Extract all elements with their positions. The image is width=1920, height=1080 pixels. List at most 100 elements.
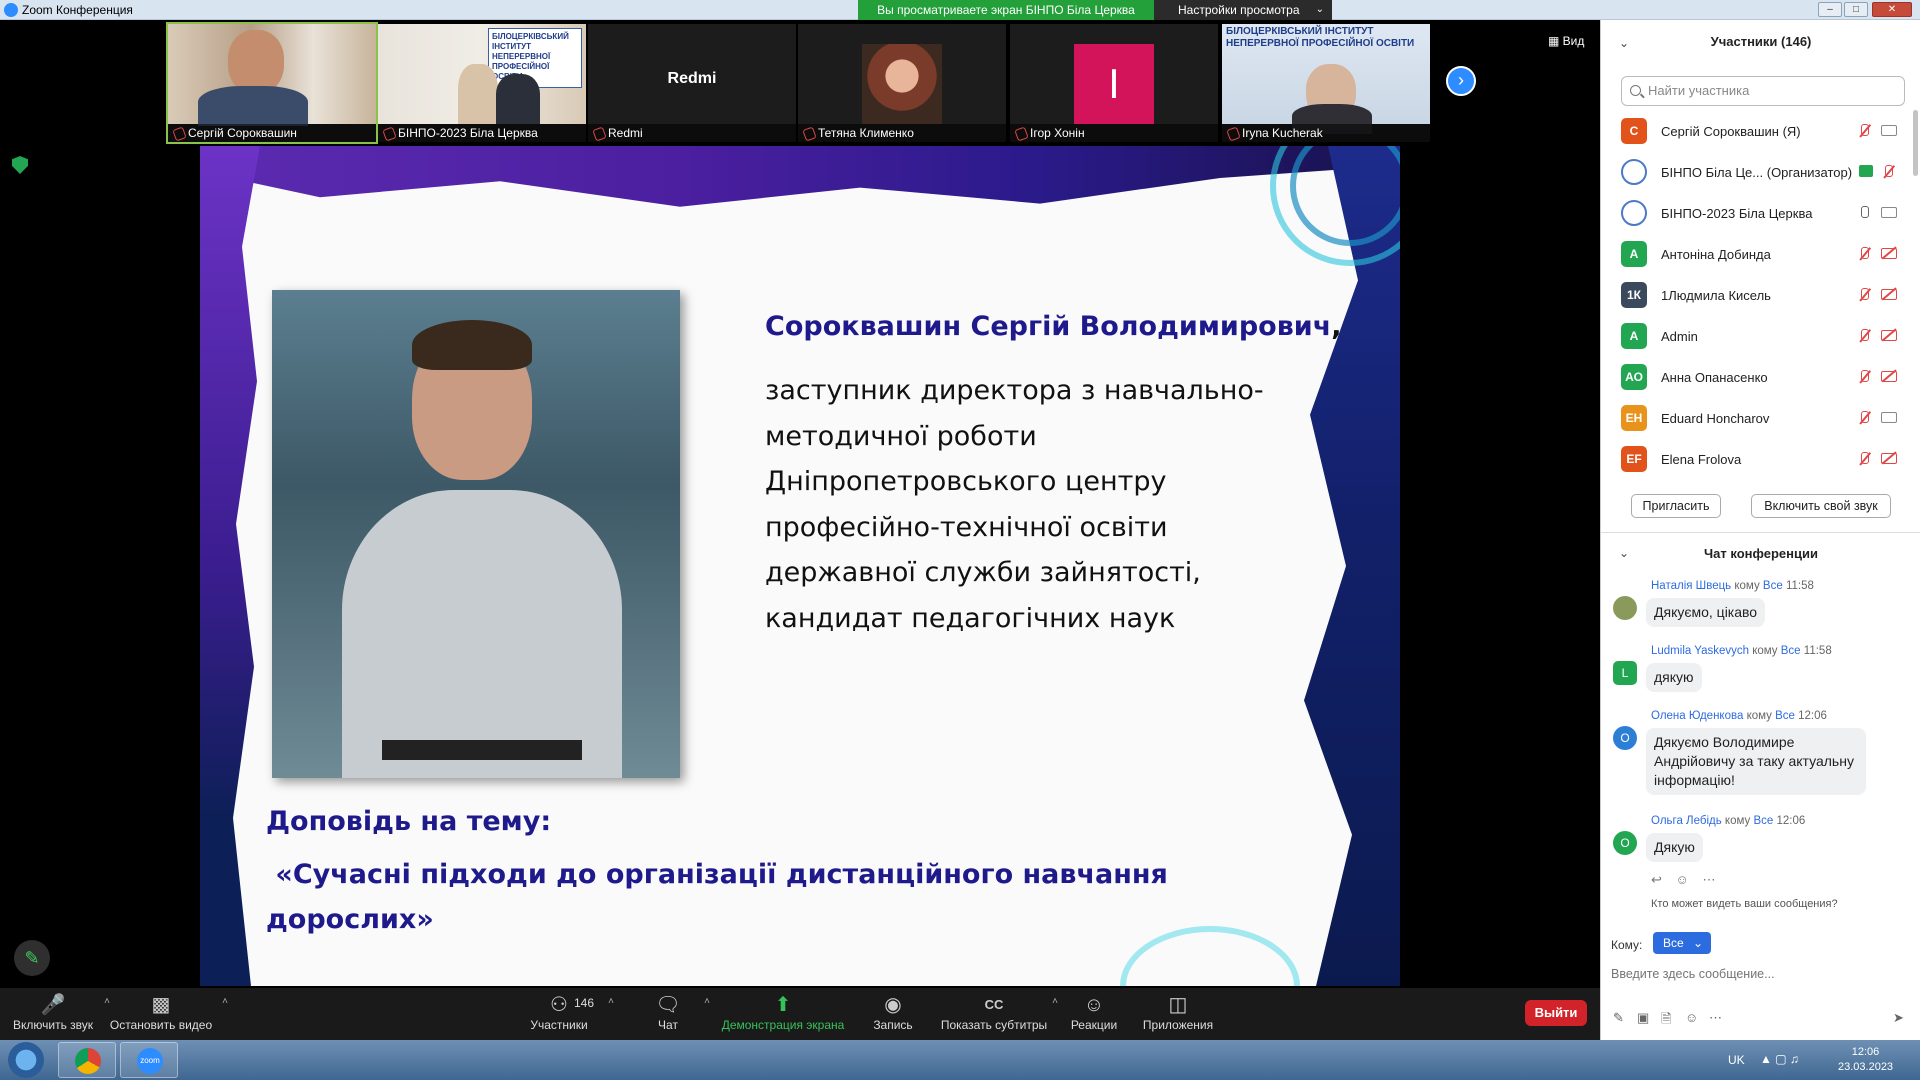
mic-muted-icon[interactable] [1857, 370, 1871, 384]
unmute-button[interactable]: 🎤 Включить звук ˄ [10, 992, 110, 1032]
chat-message-input[interactable] [1611, 962, 1911, 986]
participant-row[interactable]: EH Eduard Honcharov [1601, 397, 1920, 438]
caret-up-icon[interactable]: ˄ [704, 996, 710, 1007]
more-options-icon[interactable]: ⋯ [1702, 872, 1715, 887]
participant-name: Ігор Хонін [1010, 124, 1218, 142]
chat-to-word: кому [1734, 580, 1760, 592]
chat-time: 11:58 [1785, 580, 1814, 592]
mic-muted-icon[interactable] [1857, 329, 1871, 343]
chat-sender[interactable]: Наталія Швець [1651, 580, 1731, 592]
participant-logo-avatar [1621, 200, 1647, 226]
mic-muted-icon[interactable] [1857, 247, 1871, 261]
caret-up-icon[interactable]: ˄ [608, 996, 614, 1007]
camera-off-icon[interactable] [1881, 289, 1897, 300]
participant-avatar: С [1621, 118, 1647, 144]
camera-off-icon[interactable] [1881, 453, 1897, 464]
invite-button[interactable]: Пригласить [1631, 494, 1721, 518]
mic-muted-icon[interactable] [1857, 411, 1871, 425]
screen-share-banner: Вы просматриваете экран БІНПО Біла Церкв… [858, 0, 1154, 20]
screenshot-icon[interactable]: ▣ [1637, 1010, 1649, 1026]
mic-muted-icon[interactable] [1857, 288, 1871, 302]
tray-icons[interactable]: ▲ ▢ ♫ [1760, 1052, 1799, 1066]
participant-video [168, 24, 376, 126]
chat-sender[interactable]: Ludmila Yaskevych [1651, 645, 1749, 657]
record-button[interactable]: ◉ Запись [868, 992, 918, 1032]
send-icon[interactable]: ➤ [1893, 1010, 1904, 1026]
topic-line: дорослих» [266, 904, 434, 935]
minimize-button[interactable]: – [1818, 2, 1842, 17]
clock-date: 23.03.2023 [1838, 1061, 1894, 1073]
mic-muted-icon[interactable] [1857, 124, 1871, 138]
window-title: Zoom Конференция [22, 3, 133, 17]
mic-muted-icon[interactable] [1881, 165, 1895, 179]
maximize-button[interactable]: □ [1844, 2, 1868, 17]
participant-row[interactable]: EF Elena Frolova [1601, 438, 1920, 479]
participant-row[interactable]: А Антоніна Добинда [1601, 233, 1920, 274]
chat-visibility-link[interactable]: Кто может видеть ваши сообщения? [1651, 898, 1838, 910]
zoom-taskbar-app[interactable]: zoom [120, 1042, 178, 1078]
participant-search-input[interactable]: Найти участника [1621, 76, 1905, 106]
participant-avatar: І [1074, 44, 1154, 124]
mic-live-icon[interactable] [1857, 206, 1871, 220]
video-thumbnail[interactable]: БІЛОЦЕРКІВСЬКИЙ ІНСТИТУТ НЕПЕРЕРВНОЇ ПРО… [1222, 24, 1430, 142]
topic-label: Доповідь на тему: [266, 806, 552, 837]
chat-sender[interactable]: Олена Юденкова [1651, 710, 1743, 722]
caret-up-icon[interactable]: ˄ [222, 996, 228, 1007]
annotate-pen-icon[interactable]: ✎ [14, 940, 50, 976]
system-clock[interactable]: 12:06 23.03.2023 [1838, 1045, 1893, 1075]
bio-line: заступник директора з навчально- [765, 375, 1264, 406]
view-settings-dropdown[interactable]: Настройки просмотра ⌄ [1154, 0, 1332, 20]
file-attach-icon[interactable]: 🗎 [1661, 1010, 1671, 1032]
participants-header: Участники (146) [1710, 34, 1812, 49]
camera-on-icon[interactable] [1881, 125, 1897, 136]
participant-row[interactable]: 1К 1Людмила Кисель [1601, 274, 1920, 315]
keyboard-language[interactable]: UK [1728, 1053, 1745, 1067]
share-screen-button[interactable]: ⬆ Демонстрация экрана [720, 992, 846, 1032]
video-thumbnail[interactable]: І Ігор Хонін [1010, 24, 1218, 142]
mic-muted-icon[interactable] [1857, 452, 1871, 466]
participant-row[interactable]: БІНПО Біла Це... (Организатор) [1601, 151, 1920, 192]
view-button[interactable]: ▦ Вид [1548, 34, 1584, 48]
participant-row-name: Антоніна Добинда [1661, 247, 1771, 262]
participant-row[interactable]: С Сергій Сороквашин (Я) [1601, 110, 1920, 151]
video-thumbnail[interactable]: Тетяна Клименко [798, 24, 1006, 142]
participant-row[interactable]: A Admin [1601, 315, 1920, 356]
start-button[interactable] [8, 1042, 44, 1078]
format-text-icon[interactable]: ✎ [1613, 1010, 1624, 1026]
participant-avatar [862, 44, 942, 124]
chat-time: 11:58 [1803, 645, 1832, 657]
video-thumbnail[interactable]: Redmi Redmi [588, 24, 796, 142]
unmute-self-button[interactable]: Включить свой звук [1751, 494, 1891, 518]
participant-name: Redmi [588, 124, 796, 142]
participants-button[interactable]: ⚇ 146 Участники ˄ [526, 992, 614, 1032]
emoji-icon[interactable]: ☺ [1685, 1010, 1698, 1025]
video-thumbnail[interactable]: Сергій Сороквашин [166, 22, 378, 144]
smiley-icon: ☺ [1083, 994, 1105, 1016]
leave-meeting-button[interactable]: Выйти [1525, 1000, 1587, 1026]
stop-video-button[interactable]: ▩ Остановить видео ˄ [108, 992, 228, 1032]
participants-label: Участники [530, 1018, 588, 1032]
participant-row[interactable]: БІНПО-2023 Біла Церква [1601, 192, 1920, 233]
camera-off-icon[interactable] [1881, 330, 1897, 341]
apps-button[interactable]: ◫ Приложения [1140, 992, 1216, 1032]
chat-sender[interactable]: Ольга Лебідь [1651, 815, 1722, 827]
caret-up-icon[interactable]: ˄ [1052, 996, 1058, 1007]
emoji-reaction-icon[interactable]: ☺ [1676, 872, 1689, 887]
next-page-button[interactable]: › [1446, 66, 1476, 96]
chat-button[interactable]: 🗨 Чат ˄ [648, 992, 710, 1032]
participant-row[interactable]: АО Анна Опанасенко [1601, 356, 1920, 397]
close-window-button[interactable]: ✕ [1872, 2, 1912, 17]
more-chat-options-icon[interactable]: ⋯ [1709, 1010, 1722, 1026]
chat-to-word: кому [1724, 815, 1751, 827]
chat-recipient-select[interactable]: Все ⌄ [1653, 932, 1711, 954]
camera-off-icon[interactable] [1881, 371, 1897, 382]
camera-on-icon[interactable] [1881, 207, 1897, 218]
captions-button[interactable]: CC Показать субтитры ˄ [940, 992, 1058, 1032]
camera-off-icon[interactable] [1881, 248, 1897, 259]
chrome-taskbar-app[interactable] [58, 1042, 116, 1078]
reactions-button[interactable]: ☺ Реакции [1068, 992, 1120, 1032]
bio-line: методичної роботи [765, 420, 1037, 452]
video-thumbnail[interactable]: БІЛОЦЕРКІВСЬКИЙ ІНСТИТУТ НЕПЕРЕРВНОЇ ПРО… [378, 24, 586, 142]
reply-icon[interactable]: ↩ [1651, 872, 1662, 887]
camera-on-icon[interactable] [1881, 412, 1897, 423]
